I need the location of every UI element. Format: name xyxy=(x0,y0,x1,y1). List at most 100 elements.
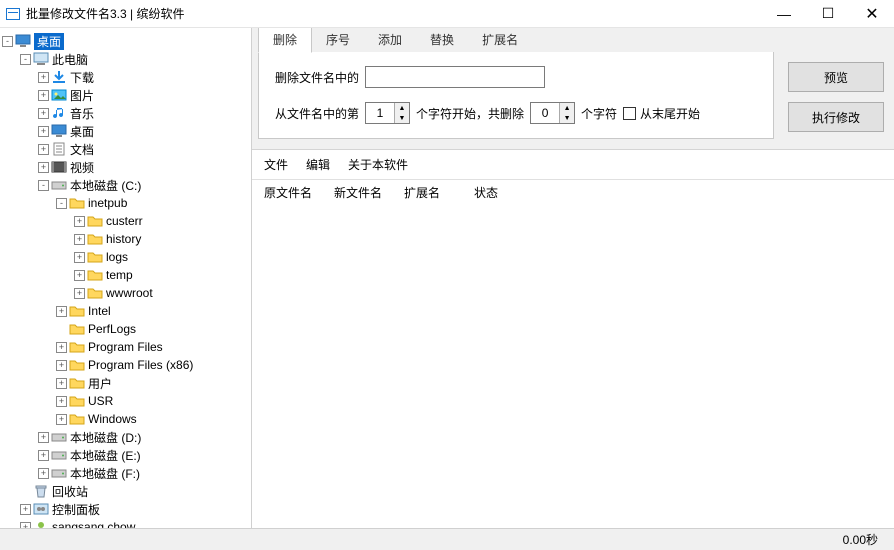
tree-item[interactable]: + 视频 xyxy=(2,158,249,176)
tree-item-label: 本地磁盘 (F:) xyxy=(70,465,140,482)
column-header[interactable]: 状态 xyxy=(474,184,544,201)
minimize-button[interactable]: — xyxy=(762,0,806,28)
drive-icon xyxy=(51,448,67,462)
dl-icon xyxy=(51,70,67,84)
tree-item[interactable]: +文档 xyxy=(2,140,249,158)
expand-toggle[interactable]: + xyxy=(38,432,49,443)
tree-item[interactable]: +桌面 xyxy=(2,122,249,140)
tree-item[interactable]: +temp xyxy=(2,266,249,284)
folder-tree[interactable]: -桌面-此电脑+下载+图片+音乐+桌面+文档+视频-本地磁盘 (C:)-inet… xyxy=(0,28,252,528)
tree-item[interactable]: +控制面板 xyxy=(2,500,249,518)
start-char-spinner[interactable]: ▲▼ xyxy=(365,102,410,124)
tree-item-label: inetpub xyxy=(88,196,127,210)
tree-item[interactable]: +本地磁盘 (D:) xyxy=(2,428,249,446)
tree-item[interactable]: +用户 xyxy=(2,374,249,392)
fld-icon xyxy=(69,322,85,336)
expand-toggle[interactable]: + xyxy=(74,252,85,263)
tree-item[interactable]: +Program Files xyxy=(2,338,249,356)
status-bar: 0.00秒 xyxy=(0,528,894,550)
expand-toggle[interactable]: + xyxy=(56,342,67,353)
tree-item[interactable]: + custerr xyxy=(2,212,249,230)
tab-添加[interactable]: 添加 xyxy=(364,28,416,52)
fld-icon xyxy=(69,340,85,354)
tab-扩展名[interactable]: 扩展名 xyxy=(468,28,532,52)
delete-text-input[interactable] xyxy=(365,66,545,88)
tree-item[interactable]: +Program Files (x86) xyxy=(2,356,249,374)
tree-item[interactable]: -本地磁盘 (C:) xyxy=(2,176,249,194)
expand-toggle[interactable]: + xyxy=(56,396,67,407)
fld-icon xyxy=(69,196,85,210)
expand-toggle[interactable]: + xyxy=(74,270,85,281)
expand-toggle[interactable]: + xyxy=(38,468,49,479)
tree-item-label: 本地磁盘 (E:) xyxy=(70,447,141,464)
tree-item-label: 图片 xyxy=(70,87,94,104)
expand-toggle[interactable]: + xyxy=(56,360,67,371)
expand-toggle[interactable]: + xyxy=(38,450,49,461)
delete-count-label: 个字符开始，共删除 xyxy=(416,105,524,122)
expand-toggle[interactable]: - xyxy=(38,180,49,191)
user-icon xyxy=(33,520,49,528)
tree-item[interactable]: +音乐 xyxy=(2,104,249,122)
execute-button[interactable]: 执行修改 xyxy=(788,102,884,132)
from-end-checkbox[interactable]: 从末尾开始 xyxy=(623,105,700,122)
expand-toggle[interactable]: - xyxy=(56,198,67,209)
spin-down-icon[interactable]: ▼ xyxy=(395,113,409,123)
column-header[interactable]: 扩展名 xyxy=(404,184,474,201)
tab-序号[interactable]: 序号 xyxy=(312,28,364,52)
tree-item-label: Intel xyxy=(88,304,111,318)
expand-toggle[interactable]: + xyxy=(38,162,49,173)
tree-item[interactable]: +Windows xyxy=(2,410,249,428)
spin-down-icon[interactable]: ▼ xyxy=(560,113,574,123)
tree-item[interactable]: +sangsang chow xyxy=(2,518,249,528)
tree-item-label: custerr xyxy=(106,214,143,228)
tree-item[interactable]: +history xyxy=(2,230,249,248)
tree-item-label: 视频 xyxy=(70,159,94,176)
tree-item[interactable]: + logs xyxy=(2,248,249,266)
tree-item[interactable]: - inetpub xyxy=(2,194,249,212)
expand-toggle[interactable]: + xyxy=(74,234,85,245)
tree-item[interactable]: +下载 xyxy=(2,68,249,86)
delete-count-value[interactable] xyxy=(531,103,559,123)
close-button[interactable]: ✕ xyxy=(850,0,894,28)
tab-替换[interactable]: 替换 xyxy=(416,28,468,52)
expand-toggle[interactable]: + xyxy=(74,288,85,299)
table-header: 原文件名新文件名扩展名状态 xyxy=(252,180,894,205)
expand-toggle[interactable]: + xyxy=(20,504,31,515)
tree-item[interactable]: + Intel xyxy=(2,302,249,320)
expand-toggle[interactable]: + xyxy=(56,378,67,389)
menu-item[interactable]: 编辑 xyxy=(306,156,330,173)
tree-item-label: logs xyxy=(106,250,128,264)
menu-item[interactable]: 文件 xyxy=(264,156,288,173)
expand-toggle[interactable]: + xyxy=(38,72,49,83)
expand-toggle[interactable]: + xyxy=(38,144,49,155)
expand-toggle[interactable]: + xyxy=(38,108,49,119)
tree-item[interactable]: + wwwroot xyxy=(2,284,249,302)
spin-up-icon[interactable]: ▲ xyxy=(395,103,409,113)
tree-item[interactable]: PerfLogs xyxy=(2,320,249,338)
expand-toggle[interactable]: + xyxy=(74,216,85,227)
expand-toggle[interactable]: + xyxy=(56,414,67,425)
spin-up-icon[interactable]: ▲ xyxy=(560,103,574,113)
menu-item[interactable]: 关于本软件 xyxy=(348,156,408,173)
expand-toggle[interactable]: - xyxy=(2,36,13,47)
preview-button[interactable]: 预览 xyxy=(788,62,884,92)
tree-item[interactable]: + 图片 xyxy=(2,86,249,104)
expand-toggle[interactable]: - xyxy=(20,54,31,65)
maximize-button[interactable]: ☐ xyxy=(806,0,850,28)
column-header[interactable]: 新文件名 xyxy=(334,184,404,201)
tree-item[interactable]: + 本地磁盘 (F:) xyxy=(2,464,249,482)
tree-item[interactable]: 回收站 xyxy=(2,482,249,500)
tree-item-label: wwwroot xyxy=(106,286,153,300)
tree-item[interactable]: +USR xyxy=(2,392,249,410)
start-char-value[interactable] xyxy=(366,103,394,123)
column-header[interactable]: 原文件名 xyxy=(264,184,334,201)
delete-count-spinner[interactable]: ▲▼ xyxy=(530,102,575,124)
tree-item[interactable]: + 本地磁盘 (E:) xyxy=(2,446,249,464)
tab-删除[interactable]: 删除 xyxy=(258,28,312,53)
expand-toggle[interactable]: + xyxy=(38,126,49,137)
tree-item[interactable]: -桌面 xyxy=(2,32,249,50)
tree-item[interactable]: -此电脑 xyxy=(2,50,249,68)
expand-toggle[interactable]: + xyxy=(38,90,49,101)
expand-toggle[interactable]: + xyxy=(56,306,67,317)
file-table[interactable]: 原文件名新文件名扩展名状态 xyxy=(252,180,894,528)
